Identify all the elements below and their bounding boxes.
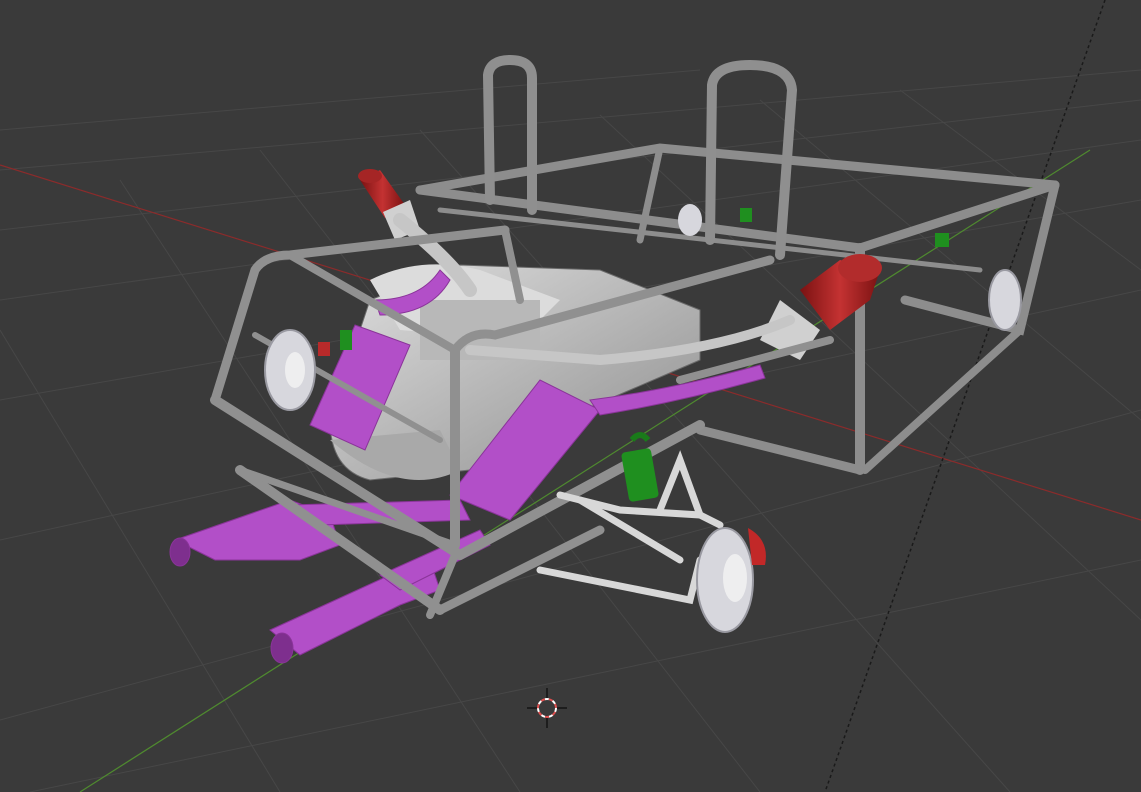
wheel-hub-front-right[interactable] bbox=[696, 527, 766, 633]
3d-viewport[interactable] bbox=[0, 0, 1141, 792]
3d-cursor-icon[interactable] bbox=[527, 688, 567, 728]
viewport-scene[interactable] bbox=[0, 0, 1141, 792]
wheel-hub-rear-left[interactable] bbox=[678, 204, 702, 236]
wheel-hub-front-left[interactable] bbox=[264, 329, 316, 411]
wheel-hub-rear-right[interactable] bbox=[988, 269, 1022, 331]
view-divider-dashed bbox=[824, 0, 1106, 792]
